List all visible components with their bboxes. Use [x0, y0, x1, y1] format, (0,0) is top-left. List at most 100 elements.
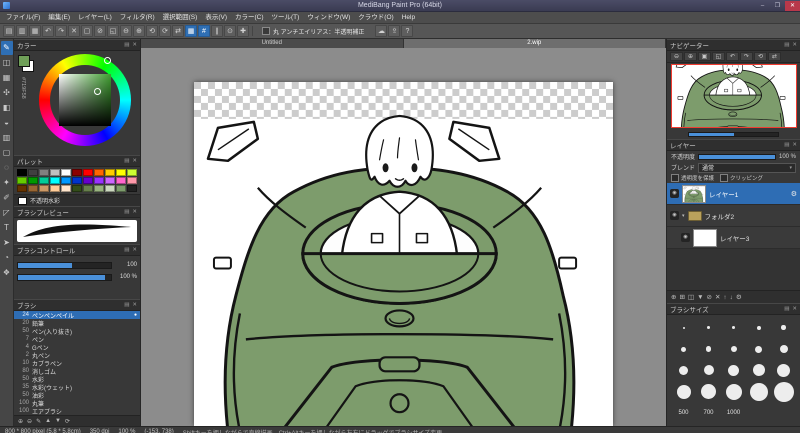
レイヤー3[interactable]: ◉ ▾ レイヤー3 — [667, 227, 800, 249]
palette-swatch[interactable] — [39, 169, 49, 176]
color-wheel[interactable] — [39, 54, 131, 146]
zoom-in-icon[interactable]: ⊕ — [133, 25, 145, 37]
slider-track[interactable] — [17, 261, 112, 269]
palette-swatch[interactable] — [116, 169, 126, 176]
clear-layer-icon[interactable]: ⊘ — [707, 293, 712, 301]
maximize-button[interactable]: ❐ — [770, 1, 785, 11]
palette-swatch[interactable] — [28, 177, 38, 184]
snap-parallel-icon[interactable]: ∥ — [211, 25, 223, 37]
menu-item[interactable]: カラー(C) — [231, 12, 268, 23]
undo-icon[interactable]: ↶ — [42, 25, 54, 37]
blend-mode-select[interactable]: 通常 ▾ — [698, 162, 796, 173]
document-tab[interactable]: Untitled — [141, 39, 404, 48]
nav-rotate-right-icon[interactable]: ↷ — [740, 52, 753, 61]
palette-swatch[interactable] — [72, 177, 82, 184]
dot-tool-icon[interactable]: ▦ — [1, 71, 13, 85]
move-layer-down-icon[interactable]: ↓ — [730, 294, 733, 301]
saturation-value-square[interactable] — [59, 74, 111, 126]
navigator-zoom-slider[interactable] — [688, 131, 779, 137]
brush-size-preset[interactable] — [721, 320, 746, 336]
palette-selected-row[interactable]: 不透明水彩 — [14, 194, 140, 206]
menu-item[interactable]: 編集(E) — [44, 12, 74, 23]
brush-size-preset[interactable] — [696, 384, 721, 400]
panel-menu-icon[interactable]: ▤ — [124, 302, 129, 308]
nav-zoom-out-icon[interactable]: ⊖ — [670, 52, 683, 61]
canvas-viewport[interactable] — [141, 48, 666, 426]
zoom-out-icon[interactable]: ⊖ — [120, 25, 132, 37]
protect-alpha-checkbox[interactable]: 透明度を保護 — [671, 174, 714, 182]
panel-menu-icon[interactable]: ▤ — [784, 306, 789, 312]
menu-item[interactable]: 表示(V) — [201, 12, 231, 23]
add-brush-icon[interactable]: ⊕ — [18, 418, 23, 425]
brush-size-preset[interactable]: 700 — [696, 405, 721, 421]
palette-swatch[interactable] — [72, 185, 82, 192]
fill-tool-icon[interactable]: ◧ — [1, 101, 13, 115]
deselect-icon[interactable]: ⊘ — [94, 25, 106, 37]
text-tool-icon[interactable]: T — [1, 221, 13, 235]
brush-size-preset[interactable] — [746, 382, 771, 401]
palette-swatch[interactable] — [83, 177, 93, 184]
panel-close-icon[interactable]: ✕ — [132, 42, 137, 48]
panel-menu-icon[interactable]: ▤ — [784, 42, 789, 48]
slider-track[interactable] — [17, 273, 112, 281]
snap-radial-icon[interactable]: ⊙ — [224, 25, 236, 37]
brush-size-preset[interactable] — [671, 341, 696, 357]
nav-reset-rotation-icon[interactable]: ⟲ — [754, 52, 767, 61]
grid-toggle-icon[interactable]: ▦ — [185, 25, 197, 37]
layer-visibility-icon[interactable]: ◉ — [681, 233, 690, 242]
layer-opacity-slider[interactable] — [698, 153, 776, 160]
brush-size-preset[interactable] — [721, 362, 746, 378]
minimize-button[interactable]: – — [755, 1, 770, 11]
menu-item[interactable]: フィルタ(R) — [116, 12, 159, 23]
select-pen-tool-icon[interactable]: ✐ — [1, 191, 13, 205]
reset-brush-icon[interactable]: ⟳ — [65, 418, 70, 425]
レイヤー1[interactable]: ◉ ▾ レイヤー1 ⚙ — [667, 183, 800, 205]
rotate-left-icon[interactable]: ⟲ — [146, 25, 158, 37]
palette-swatch[interactable] — [94, 185, 104, 192]
nav-fit-icon[interactable]: ▣ — [698, 52, 711, 61]
panel-close-icon[interactable]: ✕ — [132, 302, 137, 308]
close-button[interactable]: ✕ — [785, 0, 800, 11]
brush-size-preset[interactable]: 1000 — [721, 405, 746, 421]
layer-gear-icon[interactable]: ⚙ — [791, 190, 797, 198]
palette-swatch[interactable] — [61, 177, 71, 184]
foreground-color-swatch[interactable] — [18, 55, 30, 67]
hue-marker[interactable] — [104, 57, 111, 64]
select-all-icon[interactable]: ▢ — [81, 25, 93, 37]
crop-icon[interactable]: ◱ — [107, 25, 119, 37]
panel-menu-icon[interactable]: ▤ — [124, 209, 129, 215]
panel-menu-icon[interactable]: ▤ — [124, 158, 129, 164]
panel-close-icon[interactable]: ✕ — [792, 306, 797, 312]
palette-swatch[interactable] — [105, 177, 115, 184]
menu-item[interactable]: ウィンドウ(W) — [303, 12, 354, 23]
menu-item[interactable]: Help — [398, 12, 419, 23]
eyedropper-tool-icon[interactable]: ◔ — [1, 251, 13, 265]
brush-size-preset[interactable] — [696, 362, 721, 378]
panel-close-icon[interactable]: ✕ — [132, 158, 137, 164]
help-icon[interactable]: ? — [401, 25, 414, 37]
brush-size-preset[interactable]: 500 — [671, 405, 696, 421]
menu-item[interactable]: ファイル(F) — [2, 12, 44, 23]
duplicate-layer-icon[interactable]: ◫ — [688, 293, 694, 301]
navigator-thumbnail[interactable] — [670, 64, 797, 128]
brush-size-preset[interactable] — [721, 341, 746, 357]
brush-size-preset[interactable] — [771, 381, 796, 402]
folder-expand-icon[interactable]: ▾ — [682, 213, 685, 219]
cloud-icon[interactable]: ☁ — [375, 25, 388, 37]
select-tool-icon[interactable]: ▢ — [1, 146, 13, 160]
nav-rotate-left-icon[interactable]: ↶ — [726, 52, 739, 61]
edit-brush-icon[interactable]: ✎ — [36, 418, 41, 425]
hand-tool-icon[interactable]: ❖ — [1, 266, 13, 280]
palette-swatch[interactable] — [50, 177, 60, 184]
delete-icon[interactable]: ✕ — [68, 25, 80, 37]
brush-size-preset[interactable] — [696, 341, 721, 357]
palette-swatch[interactable] — [105, 185, 115, 192]
palette-swatch[interactable] — [50, 185, 60, 192]
panel-close-icon[interactable]: ✕ — [132, 247, 137, 253]
brush-size-preset[interactable] — [671, 320, 696, 336]
brush-size-preset[interactable] — [671, 362, 696, 378]
layer-visibility-icon[interactable]: ◉ — [670, 189, 679, 198]
brush-size-preset[interactable] — [771, 341, 796, 357]
palette-swatch[interactable] — [17, 185, 27, 192]
operation-tool-icon[interactable]: ➤ — [1, 236, 13, 250]
